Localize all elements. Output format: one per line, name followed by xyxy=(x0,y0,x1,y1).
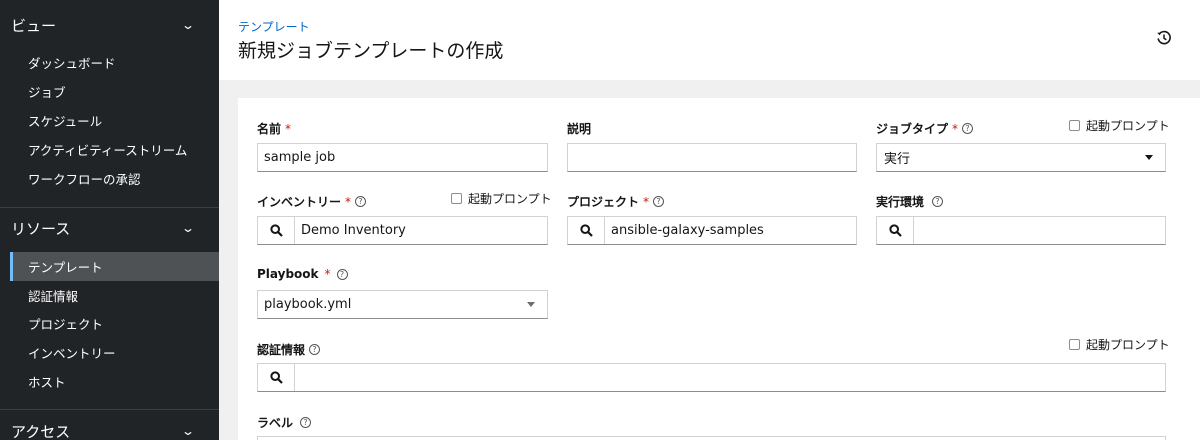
sidebar-item-workflow-approvals[interactable]: ワークフローの承認 xyxy=(10,164,219,193)
prompt-checkbox[interactable] xyxy=(1069,339,1080,350)
sidebar-item-dashboard[interactable]: ダッシュボード xyxy=(10,48,219,77)
sidebar: ビュー ⌄ ダッシュボード ジョブ スケジュール アクティビティーストリーム ワ… xyxy=(0,0,219,440)
search-button[interactable] xyxy=(258,364,295,391)
execution-environment-label: 実行環境? xyxy=(876,193,944,210)
help-icon[interactable]: ? xyxy=(309,344,321,355)
sidebar-item-projects[interactable]: プロジェクト xyxy=(10,309,219,338)
job-type-label: ジョブタイプ *? xyxy=(876,120,974,137)
sidebar-item-activity-stream[interactable]: アクティビティーストリーム xyxy=(10,135,219,164)
prompt-label: 起動プロンプト xyxy=(468,192,552,206)
sidebar-item-credentials[interactable]: 認証情報 xyxy=(10,281,219,310)
inventory-lookup[interactable]: Demo Inventory xyxy=(257,216,548,245)
required-marker: * xyxy=(324,267,331,281)
credentials-label: 認証情報? xyxy=(257,341,321,358)
job-type-prompt-on-launch[interactable]: 起動プロンプト xyxy=(1069,117,1170,134)
help-icon[interactable]: ? xyxy=(962,123,974,134)
active-indicator xyxy=(10,252,13,281)
credentials-lookup[interactable] xyxy=(257,363,1166,392)
sidebar-item-label: 認証情報 xyxy=(28,289,79,304)
chevron-down-icon: ⌄ xyxy=(180,221,196,235)
job-type-select-value: 実行 xyxy=(884,152,911,167)
playbook-select[interactable]: playbook.yml xyxy=(257,290,548,319)
nav-section-label: リソース xyxy=(11,219,71,238)
search-button[interactable] xyxy=(568,217,605,244)
required-marker: * xyxy=(285,121,292,136)
required-marker: * xyxy=(952,121,959,136)
name-input-value: sample job xyxy=(264,150,336,165)
caret-down-icon xyxy=(1145,155,1153,160)
inventory-value: Demo Inventory xyxy=(301,223,406,238)
name-label: 名前 * xyxy=(257,121,292,137)
search-icon xyxy=(888,224,902,237)
history-icon[interactable] xyxy=(1155,29,1173,47)
project-label: プロジェクト *? xyxy=(567,193,665,210)
labels-input[interactable] xyxy=(257,436,1166,440)
execution-environment-lookup[interactable] xyxy=(876,216,1166,245)
sidebar-item-label: テンプレート xyxy=(28,260,103,275)
prompt-label: 起動プロンプト xyxy=(1086,338,1170,352)
page-title: 新規ジョブテンプレートの作成 xyxy=(238,40,504,62)
credentials-value xyxy=(295,364,1165,391)
help-icon[interactable]: ? xyxy=(932,196,944,207)
help-icon[interactable]: ? xyxy=(300,417,312,428)
sidebar-item-inventories[interactable]: インベントリー xyxy=(10,338,219,367)
sidebar-item-label: ダッシュボード xyxy=(28,56,116,71)
sidebar-item-label: スケジュール xyxy=(28,114,103,129)
inventory-label: インベントリー *? xyxy=(257,193,367,210)
description-label: 説明 xyxy=(567,122,592,136)
search-button[interactable] xyxy=(877,217,914,244)
required-marker: * xyxy=(643,194,650,209)
project-value: ansible-galaxy-samples xyxy=(611,223,764,238)
job-type-select[interactable]: 実行 xyxy=(876,143,1166,172)
search-icon xyxy=(269,371,283,384)
playbook-label: Playbook *? xyxy=(257,267,348,281)
nav-section-access[interactable]: アクセス ⌄ xyxy=(0,409,219,440)
prompt-checkbox[interactable] xyxy=(1069,120,1080,131)
job-template-form: 名前 * sample job 説明 ジョブタイプ *? 起動プロンプト 実行 イン… xyxy=(238,98,1200,440)
required-marker: * xyxy=(345,194,352,209)
sidebar-item-templates[interactable]: テンプレート xyxy=(10,252,219,281)
sidebar-item-label: アクティビティーストリーム xyxy=(28,143,188,158)
execution-environment-value xyxy=(914,217,1165,244)
nav-section-label: アクセス xyxy=(11,422,71,440)
help-icon[interactable]: ? xyxy=(336,268,348,280)
chevron-down-icon: ⌄ xyxy=(180,424,196,438)
sidebar-item-label: インベントリー xyxy=(28,346,116,361)
nav-section-resources[interactable]: リソース ⌄ xyxy=(0,206,219,250)
sidebar-item-schedules[interactable]: スケジュール xyxy=(10,106,219,135)
sidebar-item-label: ジョブ xyxy=(28,85,66,100)
nav-section-label: ビュー xyxy=(11,16,57,35)
help-icon[interactable]: ? xyxy=(355,196,367,207)
help-icon[interactable]: ? xyxy=(653,196,665,207)
chevron-down-icon: ⌄ xyxy=(180,18,196,32)
breadcrumb-templates[interactable]: テンプレート xyxy=(238,18,310,35)
playbook-select-value: playbook.yml xyxy=(264,297,352,312)
sidebar-item-label: プロジェクト xyxy=(28,317,104,332)
page-header: テンプレート 新規ジョブテンプレートの作成 xyxy=(219,0,1200,80)
sidebar-item-label: ワークフローの承認 xyxy=(28,172,141,187)
nav-section-views[interactable]: ビュー ⌄ xyxy=(0,3,219,47)
search-button[interactable] xyxy=(258,217,295,244)
prompt-checkbox[interactable] xyxy=(451,193,462,204)
sidebar-item-hosts[interactable]: ホスト xyxy=(10,367,219,396)
credentials-prompt-on-launch[interactable]: 起動プロンプト xyxy=(1069,336,1170,353)
labels-label: ラベル? xyxy=(257,414,312,431)
sidebar-item-jobs[interactable]: ジョブ xyxy=(10,77,219,106)
prompt-label: 起動プロンプト xyxy=(1086,119,1170,133)
name-input[interactable]: sample job xyxy=(257,143,548,172)
caret-down-icon xyxy=(527,302,535,307)
sidebar-item-label: ホスト xyxy=(28,375,66,390)
search-icon xyxy=(579,224,593,237)
search-icon xyxy=(269,224,283,237)
project-lookup[interactable]: ansible-galaxy-samples xyxy=(567,216,857,245)
inventory-prompt-on-launch[interactable]: 起動プロンプト xyxy=(451,190,552,207)
description-input[interactable] xyxy=(567,143,857,172)
